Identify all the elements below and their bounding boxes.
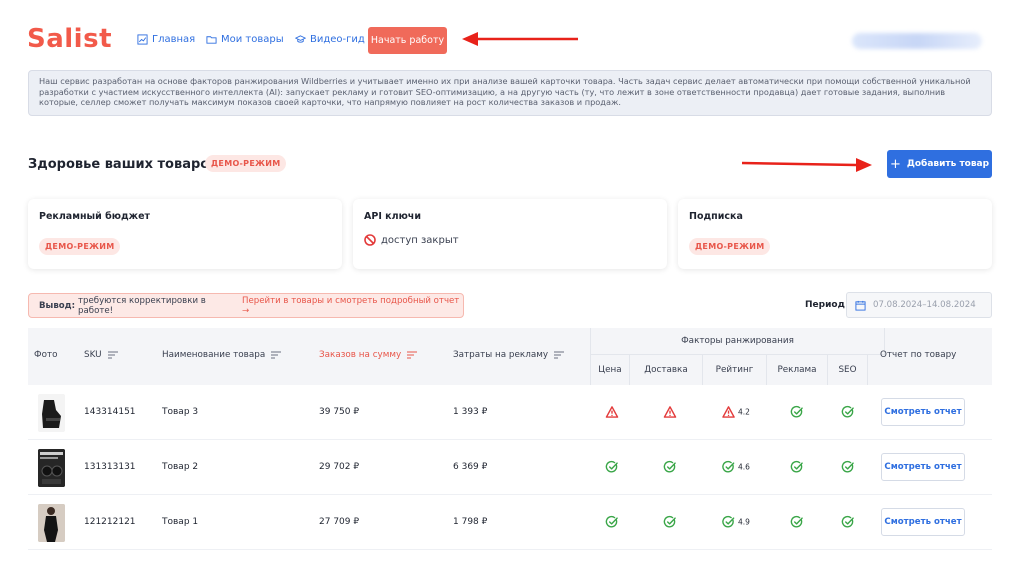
conclusion-banner: Вывод: требуются корректировки в работе!… — [28, 293, 464, 318]
col-ads: Реклама — [767, 355, 828, 385]
delivery-ok-icon — [663, 515, 677, 529]
annotation-arrow-left — [462, 32, 578, 46]
annotation-arrow-right — [741, 158, 872, 172]
orders-sum: 29 702 ₽ — [319, 462, 360, 472]
add-product-button[interactable]: + Добавить товар — [887, 150, 992, 178]
ad-spend: 1 393 ₽ — [453, 407, 488, 417]
ads-ok-icon — [790, 405, 804, 419]
conclusion-text: требуются корректировки в работе! — [78, 295, 206, 316]
rating-value: 4.6 — [738, 462, 750, 472]
col-price: Цена — [590, 355, 630, 385]
period-label: Период — [805, 300, 845, 310]
ads-ok-icon — [790, 460, 804, 474]
card-subscription: Подписка ДЕМО-РЕЖИМ — [678, 199, 992, 269]
warning-icon — [722, 406, 735, 418]
header: Salist Главная Мои товары Видео-гид Нача… — [0, 0, 1024, 66]
delivery-ok-icon — [663, 460, 677, 474]
calendar-icon — [855, 300, 866, 311]
access-status: доступ закрыт — [381, 234, 459, 246]
card-title: Подписка — [689, 211, 743, 222]
sku: 143314151 — [84, 407, 136, 417]
col-rating: Рейтинг — [703, 355, 767, 385]
price-ok-icon — [605, 515, 619, 529]
prohibited-icon — [364, 234, 376, 246]
rating-ok: 4.9 — [722, 515, 750, 529]
col-sku[interactable]: SKU — [84, 350, 118, 360]
demo-mode-badge: ДЕМО-РЕЖИМ — [205, 155, 287, 172]
product-name[interactable]: Товар 2 — [162, 462, 198, 472]
sort-icon[interactable] — [554, 351, 565, 359]
col-seo: SEO — [828, 355, 868, 385]
ads-ok-icon — [790, 515, 804, 529]
ad-spend: 6 369 ₽ — [453, 462, 488, 472]
seo-ok-icon — [841, 515, 855, 529]
col-ad-spend[interactable]: Затраты на рекламу — [453, 350, 565, 360]
nav-home-label: Главная — [152, 34, 196, 45]
demo-mode-badge: ДЕМО-РЕЖИМ — [39, 238, 121, 255]
check-icon — [722, 515, 735, 528]
card-api-keys: API ключи доступ закрыт — [353, 199, 667, 269]
col-photo: Фото — [34, 350, 58, 360]
product-name[interactable]: Товар 1 — [162, 517, 198, 527]
ad-spend: 1 798 ₽ — [453, 517, 488, 527]
seo-ok-icon — [841, 460, 855, 474]
nav-video-label: Видео-гид — [310, 34, 365, 45]
user-account-blurred[interactable] — [852, 33, 982, 49]
rating-warning: 4.2 — [722, 406, 750, 419]
page-title: Здоровье ваших товаров — [28, 157, 218, 172]
graduation-cap-icon — [295, 35, 306, 43]
card-ad-budget: Рекламный бюджет ДЕМО-РЕЖИМ — [28, 199, 342, 269]
table-row: 131313131 Товар 2 29 702 ₽ 6 369 ₽ 4.6 С… — [28, 440, 992, 495]
product-photo[interactable] — [38, 449, 65, 487]
add-product-label: Добавить товар — [906, 159, 990, 169]
folder-icon — [206, 36, 217, 44]
logo[interactable]: Salist — [27, 24, 112, 54]
view-report-button[interactable]: Смотреть отчет — [881, 508, 965, 536]
orders-sum: 39 750 ₽ — [319, 407, 360, 417]
demo-mode-badge: ДЕМО-РЕЖИМ — [689, 238, 771, 255]
seo-ok-icon — [841, 405, 855, 419]
orders-sum: 27 709 ₽ — [319, 517, 360, 527]
col-orders-sum[interactable]: Заказов на сумму — [319, 350, 418, 360]
conclusion-label: Вывод: — [39, 300, 76, 311]
table-row: 121212121 Товар 1 27 709 ₽ 1 798 ₽ 4.9 С… — [28, 495, 992, 550]
view-report-button[interactable]: Смотреть отчет — [881, 453, 965, 481]
col-ranking-factors: Факторы ранжирования — [590, 328, 885, 355]
sort-icon[interactable] — [107, 351, 118, 359]
price-warning-icon — [605, 406, 619, 419]
view-report-button[interactable]: Смотреть отчет — [881, 398, 965, 426]
sort-icon[interactable] — [271, 351, 282, 359]
check-icon — [722, 460, 735, 473]
sku: 131313131 — [84, 462, 136, 472]
price-ok-icon — [605, 460, 619, 474]
col-report: Отчет по товару — [880, 350, 957, 360]
plus-icon: + — [889, 156, 901, 172]
product-name[interactable]: Товар 3 — [162, 407, 198, 417]
period-value: 07.08.2024–14.08.2024 — [873, 300, 976, 310]
col-product-name[interactable]: Наименование товара — [162, 350, 282, 360]
nav-home[interactable]: Главная — [137, 34, 195, 45]
rating-value: 4.2 — [738, 407, 750, 417]
card-title: Рекламный бюджет — [39, 211, 151, 222]
product-photo[interactable] — [38, 504, 65, 542]
table-header: Фото SKU Наименование товара Заказов на … — [28, 328, 992, 385]
nav-video-guide[interactable]: Видео-гид — [295, 34, 365, 45]
sku: 121212121 — [84, 517, 136, 527]
table-row: 143314151 Товар 3 39 750 ₽ 1 393 ₽ 4.2 С… — [28, 385, 992, 440]
info-description: Наш сервис разработан на основе факторов… — [28, 70, 992, 116]
nav-products-label: Мои товары — [221, 34, 284, 45]
sort-icon[interactable] — [407, 351, 418, 359]
delivery-warning-icon — [663, 406, 677, 419]
nav-my-products[interactable]: Мои товары — [206, 34, 284, 45]
chart-icon — [137, 34, 148, 45]
product-photo[interactable] — [38, 394, 65, 432]
card-title: API ключи — [364, 211, 421, 222]
period-date-picker[interactable]: 07.08.2024–14.08.2024 — [846, 292, 992, 318]
go-to-products-link[interactable]: Перейти в товары и смотреть подробный от… — [242, 296, 463, 316]
start-work-button[interactable]: Начать работу — [368, 27, 447, 54]
col-delivery: Доставка — [630, 355, 703, 385]
rating-value: 4.9 — [738, 517, 750, 527]
rating-ok: 4.6 — [722, 460, 750, 474]
